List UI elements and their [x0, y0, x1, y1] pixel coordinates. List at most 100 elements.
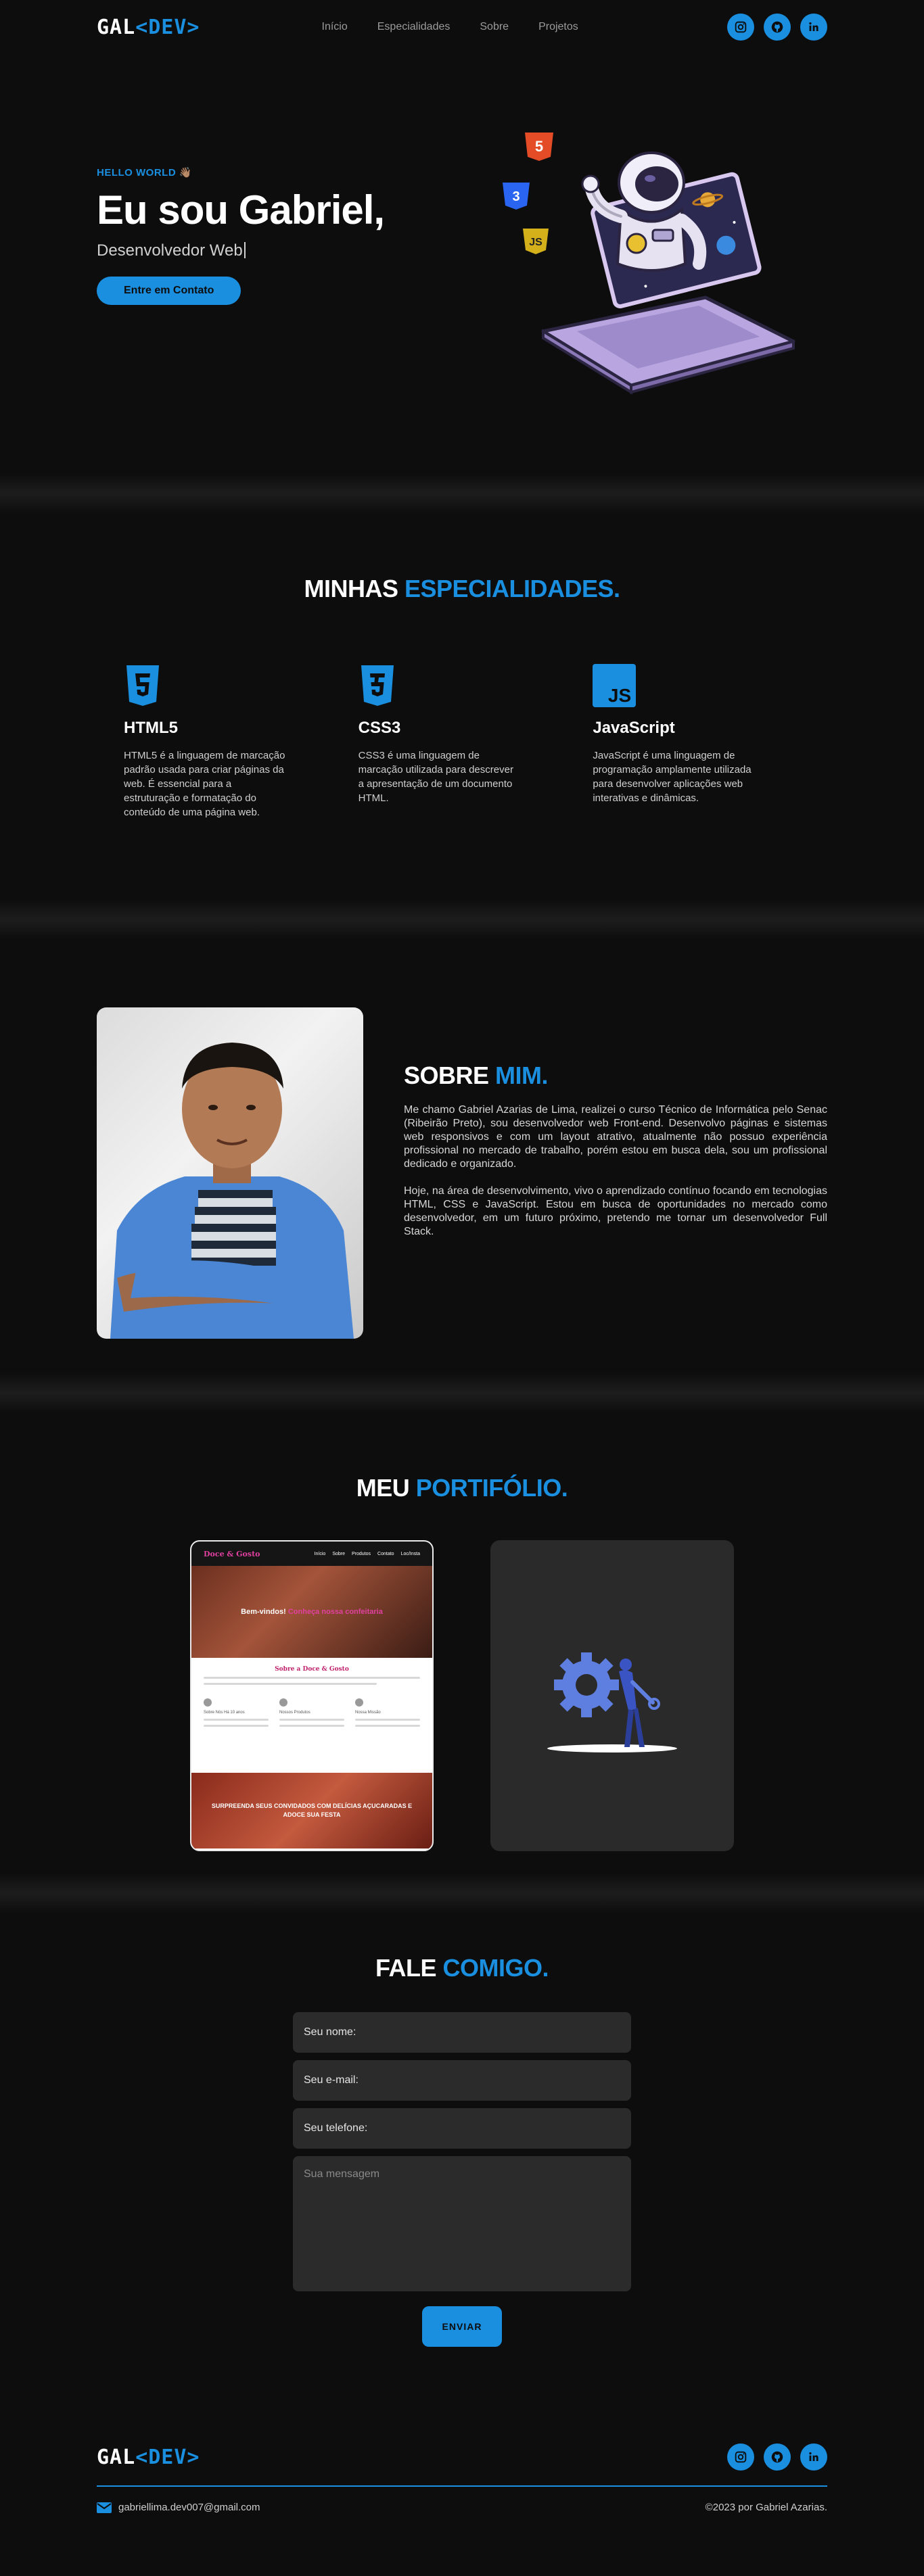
preview-column: Nossa Missão	[355, 1698, 420, 1727]
section-divider	[0, 1373, 924, 1413]
preview-link: Início	[314, 1551, 326, 1556]
project-list: Doce & Gosto Início Sobre Produtos Conta…	[97, 1540, 827, 1851]
linkedin-button[interactable]	[800, 14, 827, 41]
preview-col-title: Nossos Produtos	[279, 1711, 310, 1715]
contact-section: FALE COMIGO. ENVIAR	[0, 1913, 924, 2393]
email-field[interactable]	[293, 2060, 631, 2101]
preview-column: Sobre Nós Há 10 anos	[204, 1698, 269, 1727]
about-text: SOBRE MIM. Me chamo Gabriel Azarias de L…	[404, 1062, 827, 1239]
github-icon	[771, 21, 783, 33]
specialty-card-javascript: JS JavaScript JavaScript é uma linguagem…	[593, 664, 827, 819]
hero-text: HELLO WORLD 👋🏽 Eu sou Gabriel, Desenvolv…	[97, 166, 385, 305]
title-part-b: ESPECIALIDADES.	[404, 575, 620, 602]
specialties-section: MINHAS ESPECIALIDADES. HTML5 HTML5 é a l…	[0, 514, 924, 899]
preview-hero-b: Conheça nossa confeitaria	[287, 1608, 383, 1616]
footer-copyright: ©2023 por Gabriel Azarias.	[705, 2502, 827, 2513]
preview-about: Sobre a Doce & Gosto Sobre Nós Há 10 ano…	[191, 1658, 432, 1773]
title-part-a: MEU	[356, 1474, 410, 1502]
preview-nav: Doce & Gosto Início Sobre Produtos Conta…	[191, 1542, 432, 1566]
nav-sobre[interactable]: Sobre	[480, 21, 509, 33]
main-nav: Início Especialidades Sobre Projetos	[322, 21, 578, 33]
css3-badge: 3	[503, 183, 530, 210]
footer-socials	[727, 2443, 827, 2471]
footer-bottom: gabriellima.dev007@gmail.com ©2023 por G…	[97, 2502, 827, 2513]
footer-divider	[97, 2485, 827, 2487]
specialty-title: JavaScript	[593, 719, 675, 737]
section-divider	[0, 899, 924, 940]
html5-badge: 5	[525, 133, 553, 161]
preview-link: Sobre	[332, 1551, 346, 1556]
project-card-placeholder[interactable]	[490, 1540, 734, 1851]
about-paragraph-1: Me chamo Gabriel Azarias de Lima, realiz…	[404, 1104, 827, 1170]
nav-inicio[interactable]: Início	[322, 21, 348, 33]
preview-text-line	[204, 1677, 420, 1679]
instagram-button[interactable]	[727, 2443, 754, 2471]
logo-text: GAL	[97, 15, 136, 39]
profile-photo	[97, 1007, 363, 1339]
hero-greeting: HELLO WORLD 👋🏽	[97, 166, 384, 178]
specialty-text: CSS3 é uma linguagem de marcação utiliza…	[358, 750, 513, 804]
preview-col-title: Sobre Nós Há 10 anos	[204, 1711, 245, 1715]
title-part-a: MINHAS	[304, 575, 398, 602]
message-field[interactable]	[293, 2156, 631, 2291]
footer-top: GAL<DEV>	[97, 2396, 827, 2471]
preview-banner: SURPREENDA SEUS CONVIDADOS COM DELÍCIAS …	[191, 1773, 432, 1848]
preview-text-line	[279, 1719, 344, 1721]
preview-link: Produtos	[352, 1551, 371, 1556]
nav-projetos[interactable]: Projetos	[538, 21, 578, 33]
about-paragraph-2: Hoje, na área de desenvolvimento, vivo o…	[404, 1185, 827, 1237]
header-socials	[727, 14, 827, 41]
contact-cta-button[interactable]: Entre em Contato	[97, 277, 241, 305]
linkedin-icon	[809, 2452, 818, 2461]
specialty-title: CSS3	[358, 719, 401, 737]
preview-col-title: Nossa Missão	[355, 1711, 381, 1715]
preview-banner-text: SURPREENDA SEUS CONVIDADOS COM DELÍCIAS …	[211, 1803, 413, 1818]
github-button[interactable]	[764, 14, 791, 41]
mail-icon	[97, 2502, 112, 2513]
instagram-icon	[735, 21, 747, 33]
logo-accent: <DEV>	[135, 15, 200, 39]
title-part-b: COMIGO.	[442, 1954, 549, 1982]
wave-icon: 👋🏽	[179, 167, 193, 178]
preview-links: Início Sobre Produtos Contato Loc/Insta	[315, 1552, 420, 1556]
github-icon	[771, 2451, 783, 2463]
astronaut-laptop-illustration: 5 3 JS	[503, 133, 795, 395]
hero-section: HELLO WORLD 👋🏽 Eu sou Gabriel, Desenvolv…	[0, 54, 924, 473]
preview-text-line	[204, 1719, 269, 1721]
preview-text-line	[204, 1683, 377, 1685]
subtitle-text: Desenvolvedor Web	[97, 241, 243, 260]
preview-hero-a: Bem-vindos!	[241, 1608, 286, 1616]
html5-badge-text: 5	[535, 138, 543, 155]
github-button[interactable]	[764, 2443, 791, 2471]
footer-email[interactable]: gabriellima.dev007@gmail.com	[118, 2502, 260, 2513]
preview-icon	[204, 1698, 212, 1707]
linkedin-button[interactable]	[800, 2443, 827, 2471]
name-field[interactable]	[293, 2012, 631, 2053]
preview-link: Loc/Insta	[400, 1551, 420, 1556]
mechanic-gear-illustration	[547, 1652, 677, 1752]
preview-text-line	[204, 1725, 269, 1727]
section-divider	[0, 1873, 924, 1913]
preview-text-line	[279, 1725, 344, 1727]
site-header: GAL<DEV> Início Especialidades Sobre Pro…	[0, 0, 924, 54]
contact-form: ENVIAR	[293, 2012, 631, 2347]
footer-logo[interactable]: GAL<DEV>	[97, 2446, 200, 2469]
project-card-doce-gosto[interactable]: Doce & Gosto Início Sobre Produtos Conta…	[190, 1540, 434, 1851]
js-badge-text: JS	[529, 237, 542, 248]
instagram-button[interactable]	[727, 14, 754, 41]
specialty-text: JavaScript é uma linguagem de programaçã…	[593, 750, 752, 804]
css3-badge-text: 3	[512, 189, 519, 204]
title-part-a: FALE	[375, 1954, 437, 1982]
preview-about-title: Sobre a Doce & Gosto	[275, 1666, 349, 1673]
preview-link: Contato	[377, 1551, 394, 1556]
phone-field[interactable]	[293, 2108, 631, 2149]
nav-especialidades[interactable]: Especialidades	[377, 21, 451, 33]
preview-text-line	[355, 1719, 420, 1721]
title-part-b: MIM.	[495, 1062, 549, 1089]
specialty-cards: HTML5 HTML5 é a linguagem de marcação pa…	[97, 664, 827, 819]
linkedin-icon	[809, 22, 818, 31]
preview-hero: Bem-vindos! Conheça nossa confeitaria	[191, 1566, 432, 1658]
css3-icon	[361, 665, 394, 706]
send-button[interactable]: ENVIAR	[422, 2306, 502, 2347]
logo[interactable]: GAL<DEV>	[97, 16, 200, 39]
